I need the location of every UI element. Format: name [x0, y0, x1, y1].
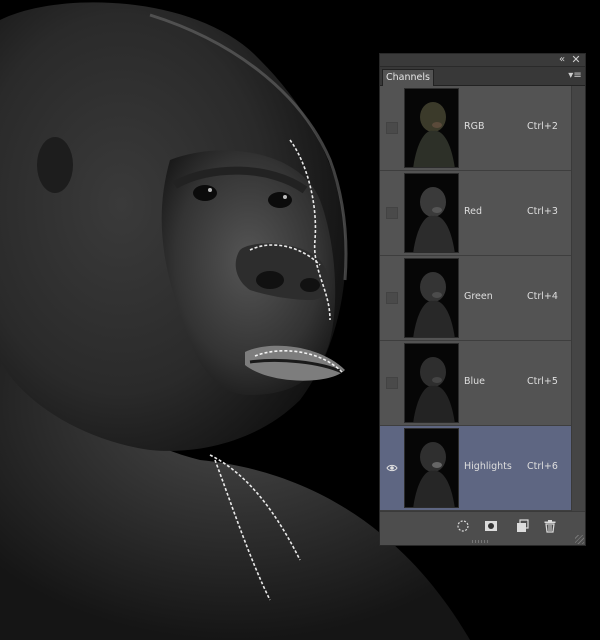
eye-icon — [386, 464, 398, 472]
visibility-toggle[interactable] — [386, 377, 398, 389]
collapse-panel-icon[interactable]: « — [556, 54, 568, 66]
channel-row-rgb[interactable]: RGB Ctrl+2 — [380, 86, 571, 171]
channel-shortcut: Ctrl+3 — [527, 206, 558, 217]
channel-shortcut: Ctrl+5 — [527, 376, 558, 387]
channel-thumbnail — [404, 258, 459, 338]
channel-thumbnail — [404, 173, 459, 253]
visibility-toggle[interactable] — [386, 122, 398, 134]
close-panel-icon[interactable]: ✕ — [570, 54, 582, 66]
channels-panel: « ✕ Channels ▾≡ RGB Ctrl+2 Red Ctrl+3 Gr… — [379, 53, 586, 546]
panel-menu-icon[interactable]: ▾≡ — [568, 69, 582, 82]
channel-list: RGB Ctrl+2 Red Ctrl+3 Green Ctrl+4 Blue … — [380, 86, 571, 512]
new-channel-icon[interactable] — [515, 519, 529, 533]
channel-shortcut: Ctrl+6 — [527, 461, 558, 472]
load-selection-icon[interactable] — [456, 519, 470, 533]
visibility-toggle[interactable] — [386, 292, 398, 304]
channel-thumbnail — [404, 428, 459, 508]
channel-list-scrollbar[interactable] — [571, 86, 585, 512]
channel-name: RGB — [464, 121, 485, 132]
channel-thumbnail — [404, 343, 459, 423]
visibility-toggle[interactable] — [386, 207, 398, 219]
channel-shortcut: Ctrl+2 — [527, 121, 558, 132]
channel-thumbnail — [404, 88, 459, 168]
channel-name: Green — [464, 291, 493, 302]
panel-title-bar[interactable]: « ✕ — [380, 54, 585, 67]
channel-name: Blue — [464, 376, 486, 387]
save-selection-mask-icon[interactable] — [484, 519, 498, 533]
tab-channels[interactable]: Channels — [382, 69, 434, 86]
channel-row-green[interactable]: Green Ctrl+4 — [380, 256, 571, 341]
panel-tab-bar: Channels ▾≡ — [380, 67, 585, 86]
channel-name: Highlights — [464, 461, 512, 472]
channel-name: Red — [464, 206, 483, 217]
trash-icon[interactable] — [543, 519, 557, 533]
resize-corner[interactable] — [575, 535, 584, 544]
channel-shortcut: Ctrl+4 — [527, 291, 558, 302]
channel-row-blue[interactable]: Blue Ctrl+5 — [380, 341, 571, 426]
resize-grip[interactable] — [472, 540, 490, 543]
channel-row-highlights[interactable]: Highlights Ctrl+6 — [380, 426, 571, 511]
panel-footer — [380, 511, 585, 545]
visibility-toggle[interactable] — [386, 462, 398, 474]
channel-row-red[interactable]: Red Ctrl+3 — [380, 171, 571, 256]
